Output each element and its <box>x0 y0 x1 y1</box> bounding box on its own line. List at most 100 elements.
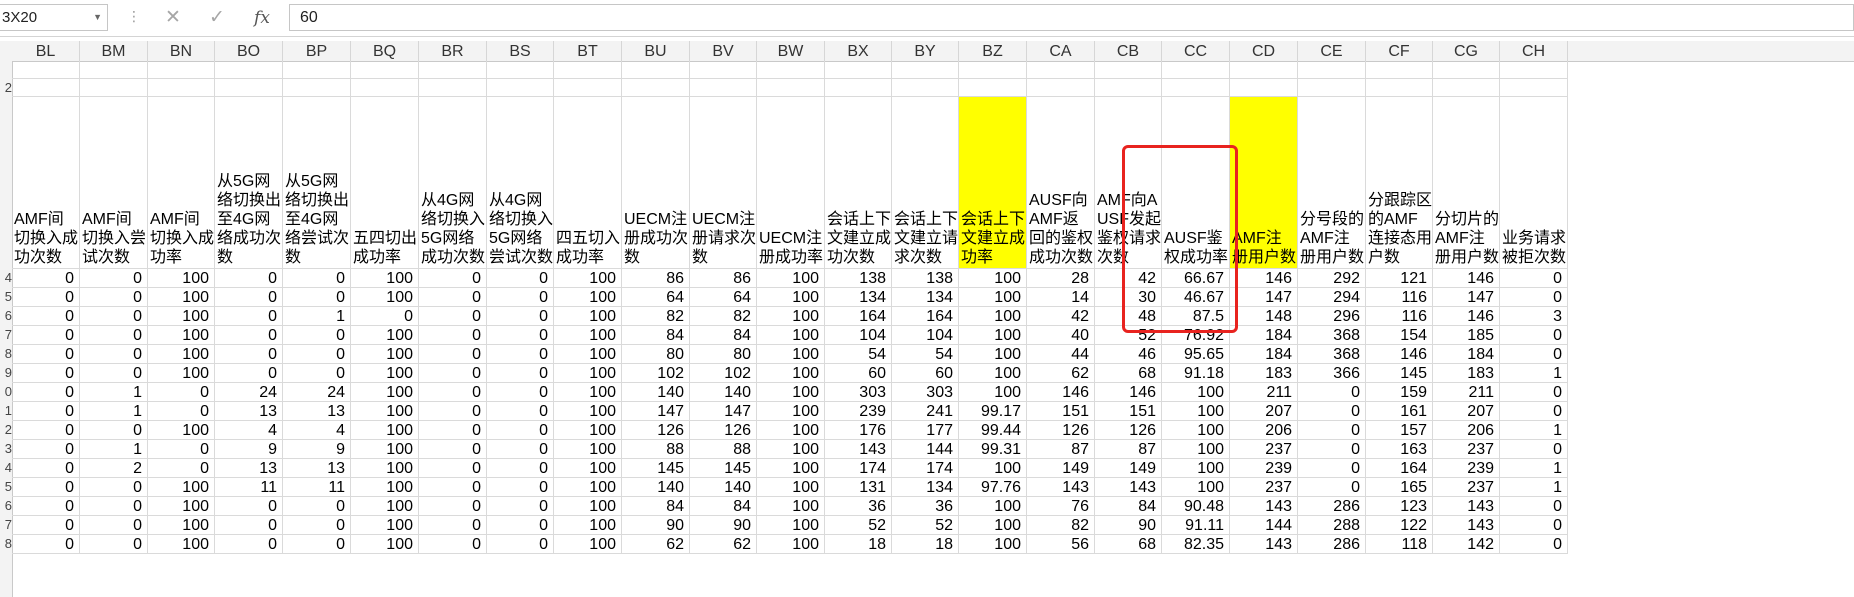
table-cell[interactable]: 0 <box>419 269 487 288</box>
table-cell[interactable]: 144 <box>1230 516 1298 535</box>
table-cell[interactable]: 100 <box>757 288 825 307</box>
table-cell[interactable]: 0 <box>80 535 148 554</box>
empty-cell[interactable] <box>1230 61 1298 79</box>
table-cell[interactable]: 100 <box>554 478 622 497</box>
table-cell[interactable]: 100 <box>959 345 1027 364</box>
table-cell[interactable]: 0 <box>148 383 215 402</box>
empty-cell[interactable] <box>892 79 959 97</box>
empty-cell[interactable] <box>215 61 283 79</box>
table-cell[interactable]: 100 <box>757 478 825 497</box>
table-cell[interactable]: 100 <box>351 402 419 421</box>
table-cell[interactable]: 0 <box>215 345 283 364</box>
table-cell[interactable]: 0 <box>419 459 487 478</box>
table-cell[interactable]: 100 <box>148 345 215 364</box>
table-cell[interactable]: 131 <box>825 478 892 497</box>
empty-cell[interactable] <box>12 79 80 97</box>
table-cell[interactable]: 0 <box>80 307 148 326</box>
field-header-cell[interactable]: UECM注册成功率 <box>757 97 825 269</box>
table-cell[interactable]: 292 <box>1298 269 1366 288</box>
empty-cell[interactable] <box>487 61 554 79</box>
table-cell[interactable]: 46.67 <box>1162 288 1230 307</box>
table-cell[interactable]: 0 <box>215 497 283 516</box>
table-cell[interactable]: 239 <box>825 402 892 421</box>
table-cell[interactable]: 66.67 <box>1162 269 1230 288</box>
table-cell[interactable]: 0 <box>12 383 80 402</box>
table-cell[interactable]: 146 <box>1027 383 1095 402</box>
table-cell[interactable]: 100 <box>554 345 622 364</box>
table-cell[interactable]: 145 <box>1366 364 1433 383</box>
table-cell[interactable]: 88 <box>690 440 757 459</box>
table-cell[interactable]: 303 <box>825 383 892 402</box>
field-header-cell[interactable]: 会话上下文建立成功率 <box>959 97 1027 269</box>
column-header-bq[interactable]: BQ <box>351 41 419 61</box>
table-cell[interactable]: 82 <box>690 307 757 326</box>
empty-cell[interactable] <box>1095 79 1162 97</box>
table-cell[interactable]: 0 <box>487 516 554 535</box>
table-cell[interactable]: 0 <box>12 402 80 421</box>
table-cell[interactable]: 0 <box>12 516 80 535</box>
column-header-by[interactable]: BY <box>892 41 959 61</box>
table-cell[interactable]: 0 <box>1500 345 1568 364</box>
empty-cell[interactable] <box>554 79 622 97</box>
cancel-icon[interactable]: ✕ <box>160 5 186 31</box>
table-cell[interactable]: 0 <box>419 478 487 497</box>
table-cell[interactable]: 207 <box>1433 402 1500 421</box>
field-header-cell[interactable]: AMF向AUSF发起鉴权请求次数 <box>1095 97 1162 269</box>
table-cell[interactable]: 174 <box>892 459 959 478</box>
table-cell[interactable]: 134 <box>892 288 959 307</box>
table-cell[interactable]: 185 <box>1433 326 1500 345</box>
table-cell[interactable]: 68 <box>1095 535 1162 554</box>
table-cell[interactable]: 0 <box>487 364 554 383</box>
table-cell[interactable]: 143 <box>1433 497 1500 516</box>
table-cell[interactable]: 60 <box>825 364 892 383</box>
field-header-cell[interactable]: 分切片的AMF注册用户数 <box>1433 97 1500 269</box>
table-cell[interactable]: 237 <box>1433 440 1500 459</box>
table-cell[interactable]: 100 <box>148 269 215 288</box>
table-cell[interactable]: 0 <box>215 269 283 288</box>
table-cell[interactable]: 64 <box>622 288 690 307</box>
table-cell[interactable]: 0 <box>419 497 487 516</box>
table-cell[interactable]: 0 <box>487 497 554 516</box>
table-cell[interactable]: 100 <box>554 421 622 440</box>
empty-cell[interactable] <box>1298 79 1366 97</box>
table-cell[interactable]: 0 <box>80 478 148 497</box>
table-cell[interactable]: 88 <box>622 440 690 459</box>
table-cell[interactable]: 286 <box>1298 535 1366 554</box>
field-header-cell[interactable]: AMF间切换入尝试次数 <box>80 97 148 269</box>
table-cell[interactable]: 100 <box>351 440 419 459</box>
table-cell[interactable]: 100 <box>351 535 419 554</box>
table-cell[interactable]: 100 <box>757 459 825 478</box>
table-cell[interactable]: 100 <box>148 516 215 535</box>
table-cell[interactable]: 100 <box>757 326 825 345</box>
table-cell[interactable]: 86 <box>622 269 690 288</box>
table-cell[interactable]: 100 <box>148 497 215 516</box>
table-cell[interactable]: 294 <box>1298 288 1366 307</box>
table-cell[interactable]: 100 <box>554 440 622 459</box>
table-cell[interactable]: 146 <box>1230 269 1298 288</box>
table-cell[interactable]: 368 <box>1298 345 1366 364</box>
column-header-br[interactable]: BR <box>419 41 487 61</box>
table-cell[interactable]: 237 <box>1230 478 1298 497</box>
table-cell[interactable]: 0 <box>80 497 148 516</box>
empty-cell[interactable] <box>622 79 690 97</box>
table-cell[interactable]: 0 <box>148 440 215 459</box>
table-cell[interactable]: 165 <box>1366 478 1433 497</box>
table-cell[interactable]: 0 <box>12 421 80 440</box>
empty-cell[interactable] <box>1095 61 1162 79</box>
table-cell[interactable]: 237 <box>1433 478 1500 497</box>
table-cell[interactable]: 100 <box>959 269 1027 288</box>
table-cell[interactable]: 100 <box>554 535 622 554</box>
table-cell[interactable]: 11 <box>215 478 283 497</box>
column-header-bm[interactable]: BM <box>80 41 148 61</box>
table-cell[interactable]: 99.17 <box>959 402 1027 421</box>
table-cell[interactable]: 0 <box>1500 269 1568 288</box>
table-cell[interactable]: 164 <box>825 307 892 326</box>
table-cell[interactable]: 90.48 <box>1162 497 1230 516</box>
field-header-cell[interactable]: UECM注册成功次数 <box>622 97 690 269</box>
table-cell[interactable]: 143 <box>1027 478 1095 497</box>
table-cell[interactable]: 18 <box>825 535 892 554</box>
column-header-bt[interactable]: BT <box>554 41 622 61</box>
empty-cell[interactable] <box>351 79 419 97</box>
empty-cell[interactable] <box>554 61 622 79</box>
table-cell[interactable]: 0 <box>12 535 80 554</box>
